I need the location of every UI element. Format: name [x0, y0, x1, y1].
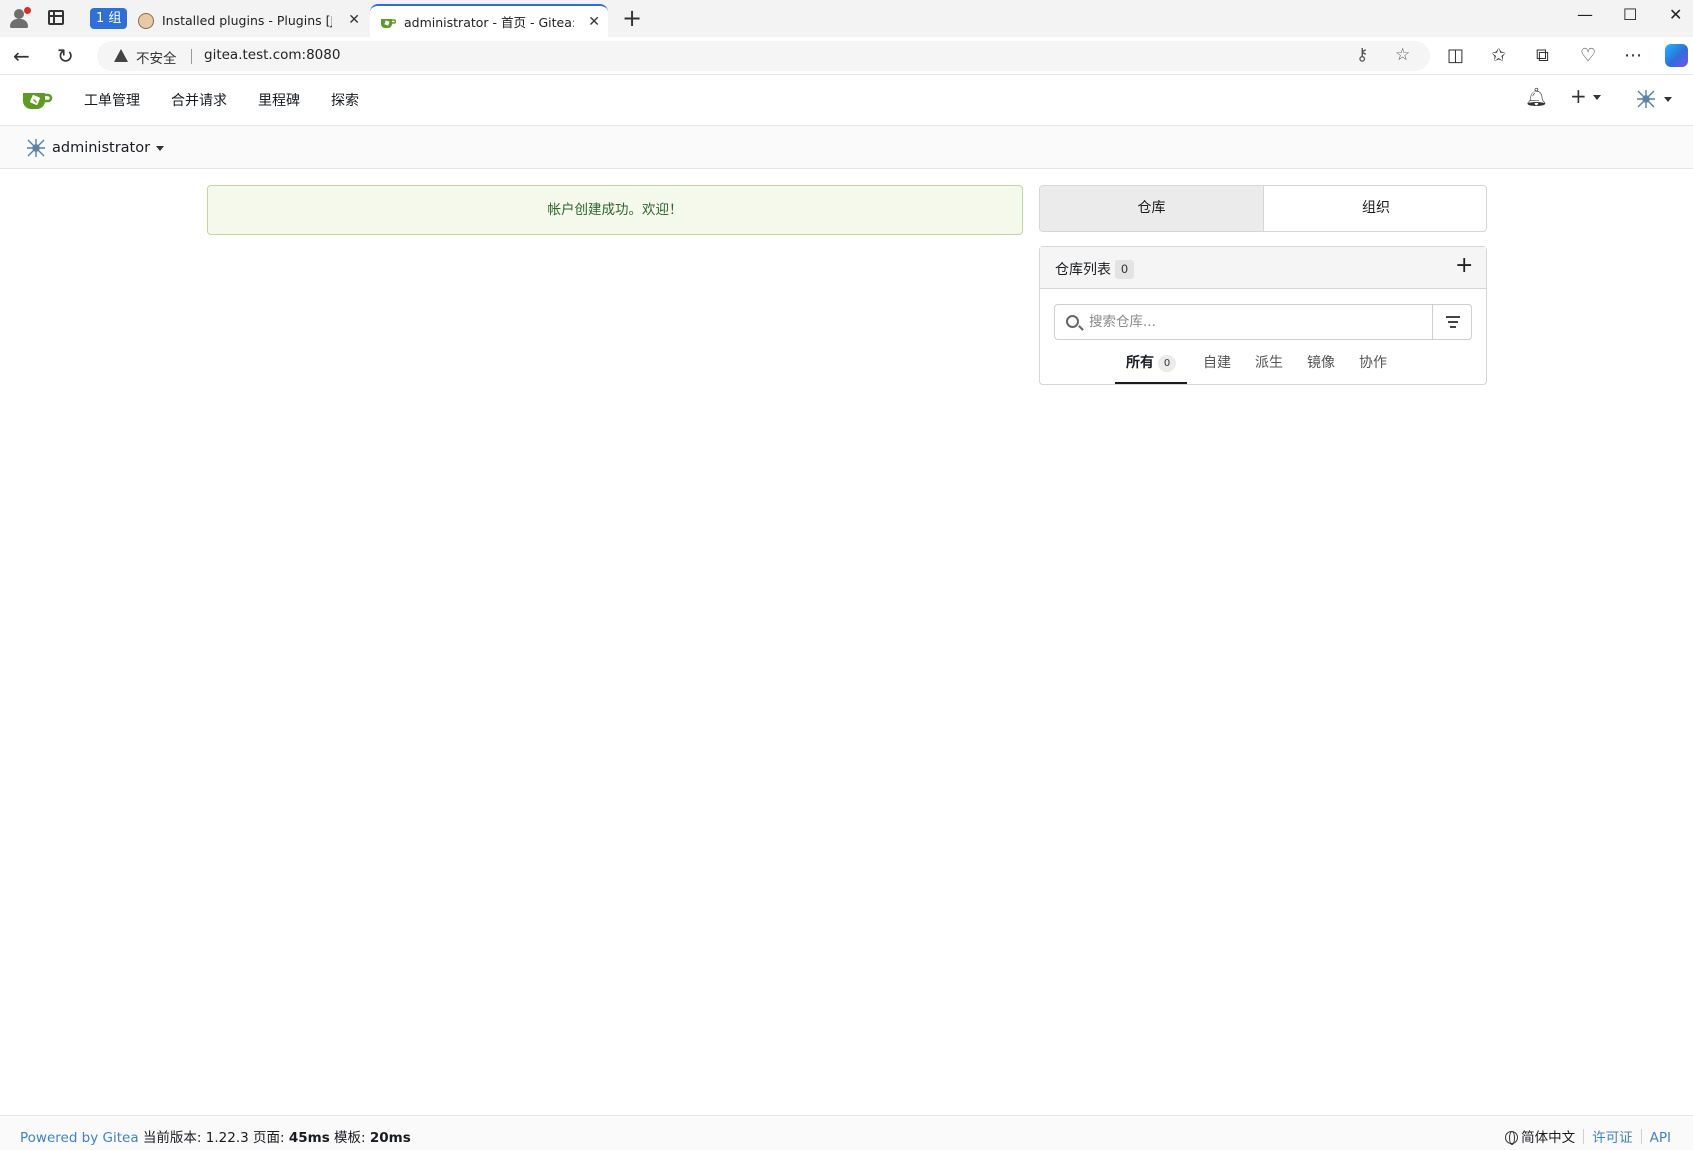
repo-tab-sources[interactable]: 自建: [1197, 351, 1237, 384]
gitea-logo-icon[interactable]: [21, 87, 53, 113]
url-text[interactable]: gitea.test.com:8080: [204, 47, 340, 63]
nav-milestones[interactable]: 里程碑: [258, 90, 300, 110]
repo-list-header: 仓库列表 0 +: [1040, 247, 1486, 289]
version-text: 当前版本: 1.22.3 页面:: [142, 1130, 285, 1146]
repo-tab-all[interactable]: 所有 0: [1115, 351, 1187, 384]
globe-icon: [1505, 1131, 1519, 1145]
filter-button[interactable]: [1432, 305, 1472, 339]
page-footer: Powered by Gitea 当前版本: 1.22.3 页面: 45ms 模…: [0, 1115, 1693, 1150]
jenkins-icon: [138, 13, 154, 29]
split-screen-icon[interactable]: ◫: [1447, 45, 1464, 67]
gitea-icon: [381, 19, 396, 28]
security-label[interactable]: 不安全: [136, 47, 177, 67]
create-menu-button[interactable]: +: [1570, 84, 1601, 108]
add-repo-button[interactable]: +: [1455, 253, 1473, 279]
repo-count-badge: 0: [1115, 260, 1134, 279]
chevron-down-icon: [1664, 96, 1672, 102]
profile-icon[interactable]: [8, 7, 31, 29]
address-bar[interactable]: 不安全 gitea.test.com:8080 ⚷ ☆: [97, 41, 1430, 71]
window-close-icon[interactable]: ✕: [1669, 5, 1682, 24]
context-user-name: administrator: [52, 140, 151, 156]
powered-by-link[interactable]: Powered by Gitea: [20, 1130, 139, 1146]
repo-tab-count: 0: [1158, 355, 1176, 372]
chevron-down-icon: [1592, 95, 1601, 100]
avatar: [27, 139, 45, 157]
avatar: [1637, 90, 1655, 108]
flash-success-message: 帐户创建成功。欢迎！: [207, 185, 1023, 235]
repo-list-title-text: 仓库列表: [1055, 262, 1111, 278]
nav-explore[interactable]: 探索: [331, 90, 359, 110]
more-menu-icon[interactable]: ⋯: [1624, 45, 1642, 67]
repo-search-input[interactable]: [1089, 311, 1429, 333]
footer-left: Powered by Gitea 当前版本: 1.22.3 页面: 45ms 模…: [20, 1126, 411, 1146]
browser-tab-jenkins[interactable]: Installed plugins - Plugins [Jenkins] ✕: [128, 4, 368, 37]
template-label: 模板:: [334, 1130, 366, 1146]
chevron-down-icon: [156, 145, 165, 151]
license-link[interactable]: 许可证: [1592, 1130, 1633, 1146]
tab-repositories[interactable]: 仓库: [1040, 186, 1264, 231]
gitea-navbar: 工单管理 合并请求 里程碑 探索 🔔︎ +: [0, 75, 1693, 126]
repo-list-panel: 仓库列表0 + 所有0 自建 派生 镜像 协作: [1039, 246, 1487, 385]
warning-icon[interactable]: [114, 49, 128, 62]
template-time: 20ms: [369, 1130, 411, 1146]
browser-toolbar: ← ↻ 不安全 gitea.test.com:8080 ⚷ ☆ ◫ ✩ ⧉ ♡ …: [0, 37, 1693, 75]
tab-organizations[interactable]: 组织: [1264, 186, 1486, 231]
nav-pull-requests[interactable]: 合并请求: [171, 90, 227, 110]
footer-right: 简体中文 许可证 API: [1505, 1126, 1671, 1146]
divider: [1583, 1129, 1585, 1144]
nav-issues[interactable]: 工单管理: [84, 90, 140, 110]
tab-actions-icon[interactable]: [48, 10, 64, 25]
language-selector[interactable]: 简体中文: [1505, 1130, 1575, 1146]
repo-list-title: 仓库列表 0: [1055, 259, 1134, 279]
new-tab-button[interactable]: +: [622, 5, 642, 31]
browser-tab-bar: 1 组 Installed plugins - Plugins [Jenkins…: [0, 0, 1693, 37]
copilot-icon[interactable]: [1665, 44, 1688, 67]
favorites-icon[interactable]: ✩: [1491, 45, 1506, 67]
browser-essentials-icon[interactable]: ♡: [1580, 45, 1596, 67]
notifications-bell-icon[interactable]: 🔔︎: [1525, 87, 1548, 108]
divider: [191, 49, 192, 64]
close-icon[interactable]: ✕: [588, 6, 600, 37]
repo-tab-label: 所有: [1126, 355, 1154, 371]
dashboard-switcher: 仓库 组织: [1039, 185, 1487, 232]
api-link[interactable]: API: [1650, 1130, 1671, 1146]
back-icon[interactable]: ←: [13, 43, 30, 69]
reload-icon[interactable]: ↻: [57, 43, 74, 69]
repo-filter-tabs: 所有 0 自建 派生 镜像 协作: [1040, 351, 1486, 384]
context-switcher[interactable]: administrator: [24, 136, 165, 160]
repo-tab-mirrors[interactable]: 镜像: [1301, 351, 1341, 384]
tab-title: Installed plugins - Plugins [Jenkins]: [162, 13, 332, 28]
favorite-star-icon[interactable]: ☆: [1395, 45, 1410, 65]
tab-title: administrator - 首页 - Gitea: Git with a c…: [404, 15, 574, 30]
repo-tab-collaborative[interactable]: 协作: [1353, 351, 1393, 384]
page-time: 45ms: [288, 1130, 330, 1146]
search-icon: [1066, 315, 1079, 328]
divider: [1640, 1129, 1642, 1144]
close-icon[interactable]: ✕: [348, 4, 360, 37]
tab-group-label[interactable]: 1 组: [90, 8, 128, 29]
browser-tab-gitea[interactable]: administrator - 首页 - Gitea: Git with a c…: [370, 4, 608, 37]
dashboard-context-bar: administrator: [0, 126, 1693, 169]
minimize-icon[interactable]: —: [1577, 5, 1593, 24]
maximize-icon[interactable]: ☐: [1623, 5, 1637, 24]
collections-icon[interactable]: ⧉: [1536, 45, 1549, 67]
language-label: 简体中文: [1521, 1130, 1576, 1146]
repo-search-box: [1054, 304, 1472, 340]
user-menu-button[interactable]: [1634, 87, 1672, 111]
key-icon[interactable]: ⚷: [1356, 45, 1368, 65]
repo-tab-forks[interactable]: 派生: [1249, 351, 1289, 384]
